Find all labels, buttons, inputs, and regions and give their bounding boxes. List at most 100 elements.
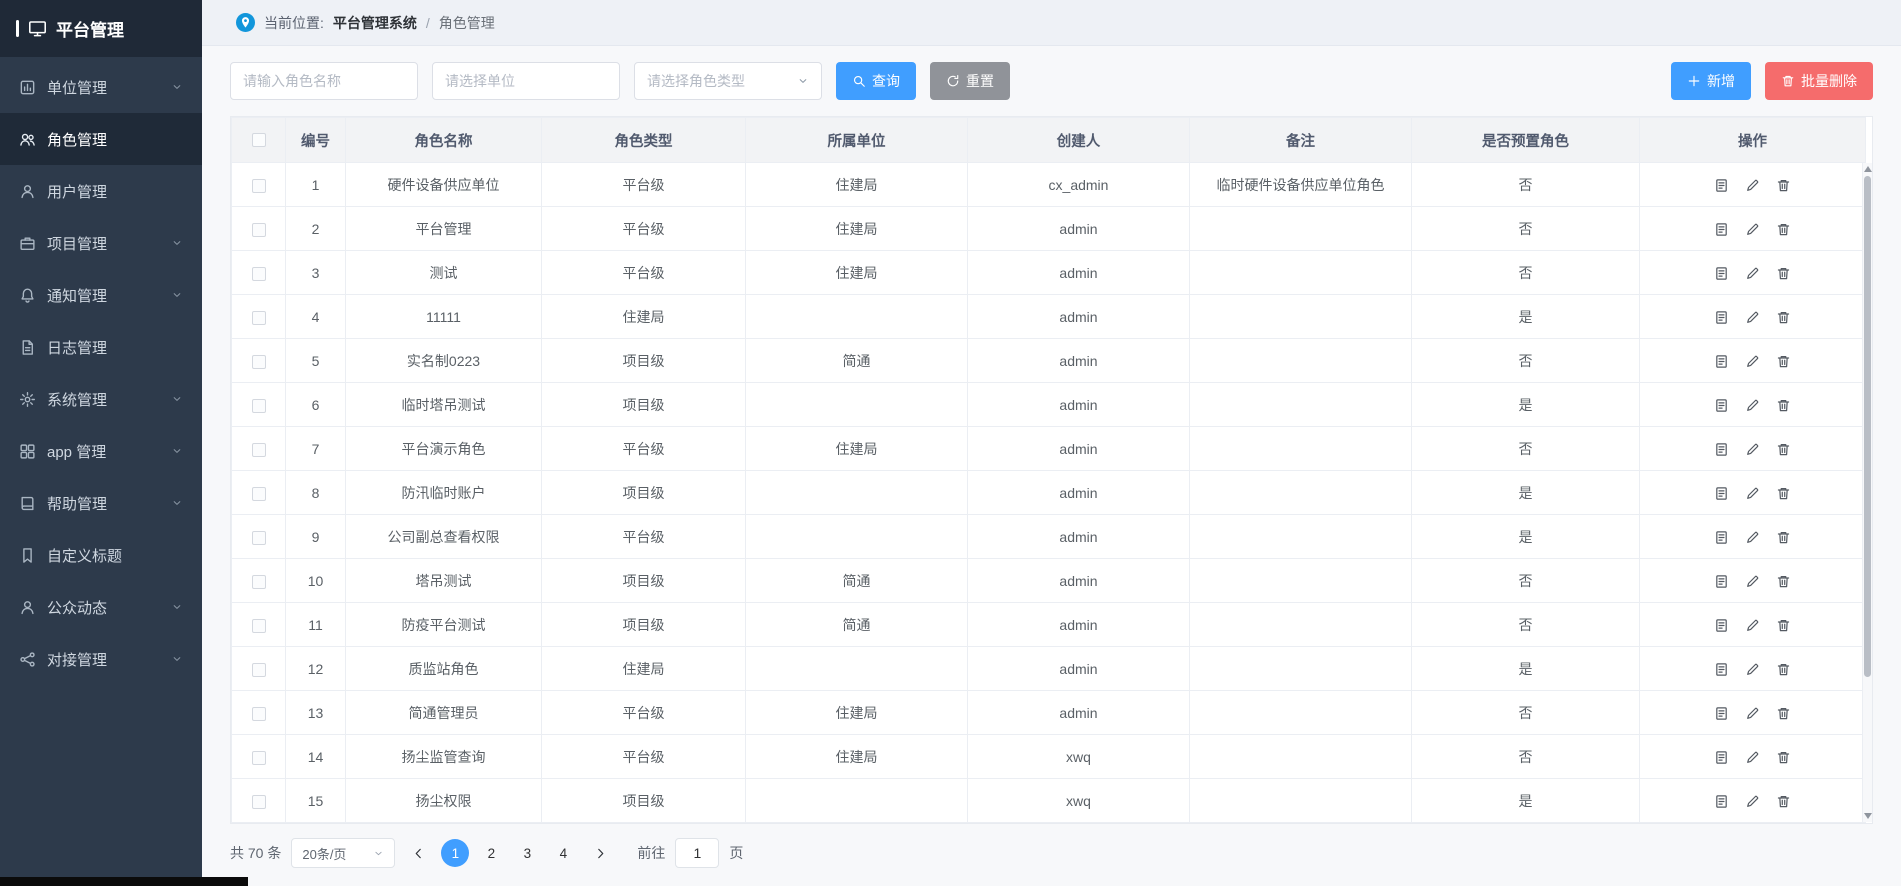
view-button[interactable] bbox=[1714, 530, 1729, 545]
row-checkbox[interactable] bbox=[252, 795, 266, 809]
delete-button[interactable] bbox=[1776, 354, 1791, 369]
edit-button[interactable] bbox=[1745, 178, 1760, 193]
batch-delete-button[interactable]: 批量删除 bbox=[1765, 62, 1873, 100]
sidebar-item-unit-management[interactable]: 单位管理 bbox=[0, 61, 202, 113]
chevron-down-icon bbox=[171, 237, 183, 249]
delete-button[interactable] bbox=[1776, 530, 1791, 545]
row-checkbox[interactable] bbox=[252, 179, 266, 193]
view-button[interactable] bbox=[1714, 222, 1729, 237]
sidebar-item-integration-management[interactable]: 对接管理 bbox=[0, 633, 202, 685]
view-button[interactable] bbox=[1714, 398, 1729, 413]
table-scrollbar[interactable] bbox=[1862, 163, 1872, 822]
breadcrumb-root[interactable]: 平台管理系统 bbox=[333, 13, 417, 33]
cell-checkbox bbox=[232, 295, 286, 339]
row-checkbox[interactable] bbox=[252, 575, 266, 589]
edit-button[interactable] bbox=[1745, 574, 1760, 589]
sidebar-item-user-management[interactable]: 用户管理 bbox=[0, 165, 202, 217]
page-button-3[interactable]: 3 bbox=[513, 839, 541, 867]
row-checkbox[interactable] bbox=[252, 751, 266, 765]
edit-button[interactable] bbox=[1745, 486, 1760, 501]
view-button[interactable] bbox=[1714, 354, 1729, 369]
delete-button[interactable] bbox=[1776, 442, 1791, 457]
edit-button[interactable] bbox=[1745, 310, 1760, 325]
view-button[interactable] bbox=[1714, 442, 1729, 457]
cell-preset: 否 bbox=[1412, 559, 1640, 603]
delete-button[interactable] bbox=[1776, 794, 1791, 809]
view-button[interactable] bbox=[1714, 574, 1729, 589]
page-button-2[interactable]: 2 bbox=[477, 839, 505, 867]
row-checkbox[interactable] bbox=[252, 487, 266, 501]
delete-button[interactable] bbox=[1776, 486, 1791, 501]
row-checkbox[interactable] bbox=[252, 223, 266, 237]
page-button-1[interactable]: 1 bbox=[441, 839, 469, 867]
role-type-select[interactable]: 请选择角色类型 bbox=[634, 62, 822, 100]
add-button[interactable]: 新增 bbox=[1671, 62, 1751, 100]
sidebar-item-app-management[interactable]: app 管理 bbox=[0, 425, 202, 477]
cell-id: 1 bbox=[286, 163, 346, 207]
row-checkbox[interactable] bbox=[252, 707, 266, 721]
edit-button[interactable] bbox=[1745, 222, 1760, 237]
edit-button[interactable] bbox=[1745, 398, 1760, 413]
unit-input[interactable] bbox=[432, 62, 620, 100]
delete-button[interactable] bbox=[1776, 706, 1791, 721]
page-button-4[interactable]: 4 bbox=[549, 839, 577, 867]
page-size-select[interactable]: 20条/页 bbox=[291, 838, 395, 868]
delete-button[interactable] bbox=[1776, 618, 1791, 633]
sidebar-item-system-management[interactable]: 系统管理 bbox=[0, 373, 202, 425]
edit-button[interactable] bbox=[1745, 618, 1760, 633]
edit-button[interactable] bbox=[1745, 794, 1760, 809]
sidebar-item-log-management[interactable]: 日志管理 bbox=[0, 321, 202, 373]
view-button[interactable] bbox=[1714, 310, 1729, 325]
edit-button[interactable] bbox=[1745, 750, 1760, 765]
sidebar-item-custom-title[interactable]: 自定义标题 bbox=[0, 529, 202, 581]
view-button[interactable] bbox=[1714, 794, 1729, 809]
search-button[interactable]: 查询 bbox=[836, 62, 916, 100]
role-name-input[interactable] bbox=[230, 62, 418, 100]
view-button[interactable] bbox=[1714, 750, 1729, 765]
row-checkbox[interactable] bbox=[252, 355, 266, 369]
view-button[interactable] bbox=[1714, 178, 1729, 193]
edit-button[interactable] bbox=[1745, 354, 1760, 369]
delete-button[interactable] bbox=[1776, 178, 1791, 193]
view-button[interactable] bbox=[1714, 266, 1729, 281]
row-checkbox[interactable] bbox=[252, 663, 266, 677]
prev-page-button[interactable] bbox=[405, 839, 431, 867]
select-all-checkbox[interactable] bbox=[252, 133, 266, 147]
edit-button[interactable] bbox=[1745, 442, 1760, 457]
delete-button[interactable] bbox=[1776, 266, 1791, 281]
sidebar-item-help-management[interactable]: 帮助管理 bbox=[0, 477, 202, 529]
plus-icon bbox=[1687, 74, 1701, 88]
edit-button[interactable] bbox=[1745, 662, 1760, 677]
cell-creator: admin bbox=[968, 251, 1190, 295]
view-button[interactable] bbox=[1714, 618, 1729, 633]
delete-button[interactable] bbox=[1776, 750, 1791, 765]
row-checkbox[interactable] bbox=[252, 531, 266, 545]
sidebar-item-notice-management[interactable]: 通知管理 bbox=[0, 269, 202, 321]
goto-page-input[interactable] bbox=[675, 838, 719, 868]
row-checkbox[interactable] bbox=[252, 619, 266, 633]
scroll-down-arrow[interactable] bbox=[1864, 813, 1872, 819]
next-page-button[interactable] bbox=[587, 839, 613, 867]
view-button[interactable] bbox=[1714, 486, 1729, 501]
scroll-up-arrow[interactable] bbox=[1864, 166, 1872, 172]
row-checkbox[interactable] bbox=[252, 399, 266, 413]
view-button[interactable] bbox=[1714, 662, 1729, 677]
sidebar-item-public-dynamics[interactable]: 公众动态 bbox=[0, 581, 202, 633]
delete-button[interactable] bbox=[1776, 574, 1791, 589]
delete-button[interactable] bbox=[1776, 222, 1791, 237]
reset-button[interactable]: 重置 bbox=[930, 62, 1010, 100]
sidebar-item-role-management[interactable]: 角色管理 bbox=[0, 113, 202, 165]
edit-button[interactable] bbox=[1745, 706, 1760, 721]
sidebar-item-project-management[interactable]: 项目管理 bbox=[0, 217, 202, 269]
row-checkbox[interactable] bbox=[252, 443, 266, 457]
edit-button[interactable] bbox=[1745, 530, 1760, 545]
delete-button[interactable] bbox=[1776, 310, 1791, 325]
delete-button[interactable] bbox=[1776, 662, 1791, 677]
cell-preset: 是 bbox=[1412, 383, 1640, 427]
edit-button[interactable] bbox=[1745, 266, 1760, 281]
row-checkbox[interactable] bbox=[252, 267, 266, 281]
view-button[interactable] bbox=[1714, 706, 1729, 721]
scroll-thumb[interactable] bbox=[1864, 176, 1871, 677]
row-checkbox[interactable] bbox=[252, 311, 266, 325]
delete-button[interactable] bbox=[1776, 398, 1791, 413]
